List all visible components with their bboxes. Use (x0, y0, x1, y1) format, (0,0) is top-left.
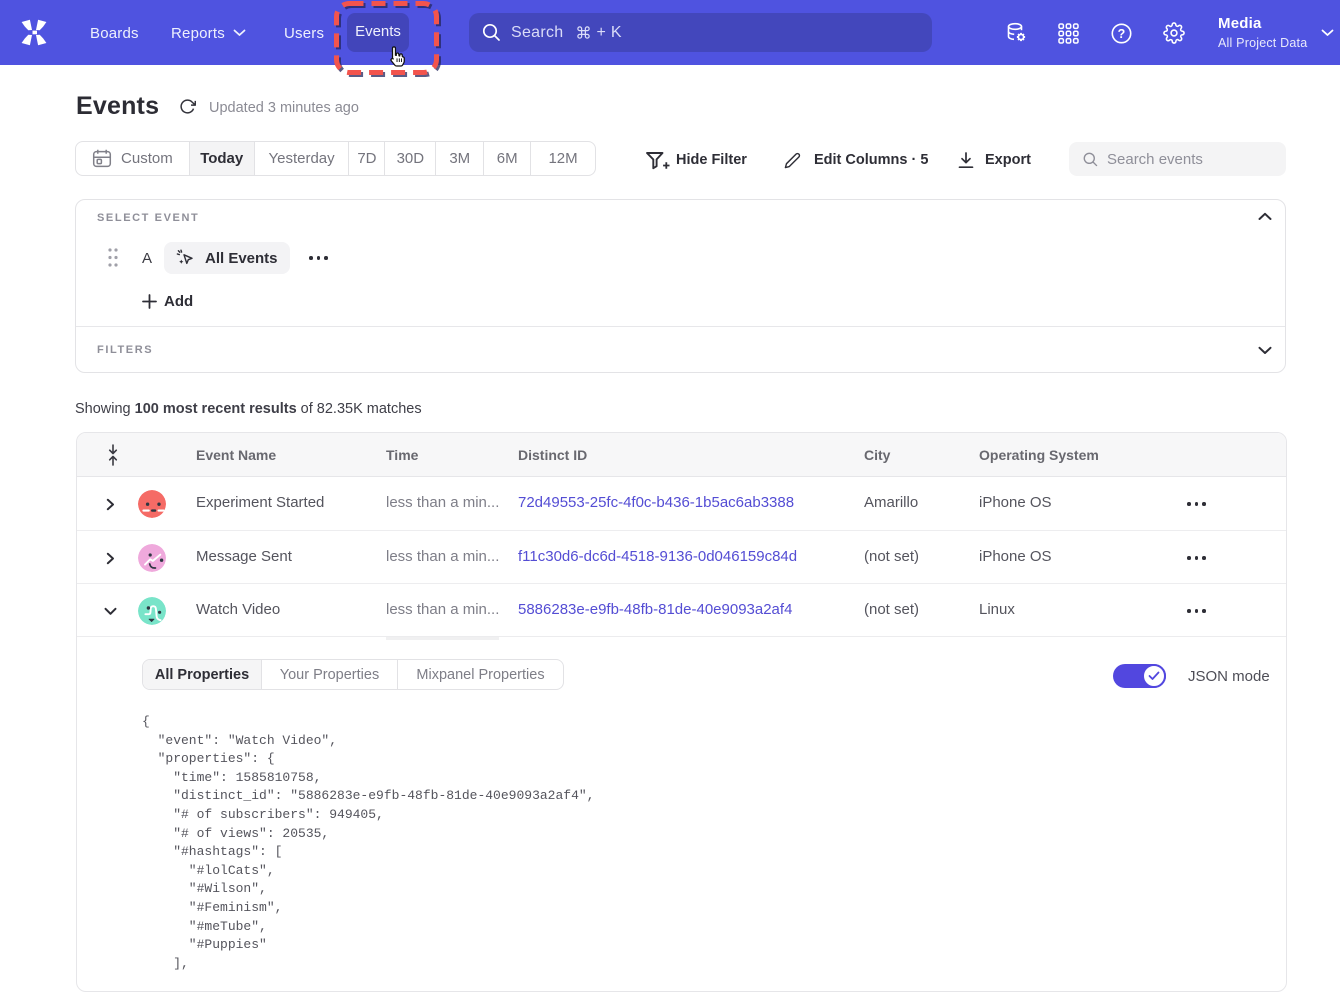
svg-text:?: ? (1118, 27, 1126, 41)
